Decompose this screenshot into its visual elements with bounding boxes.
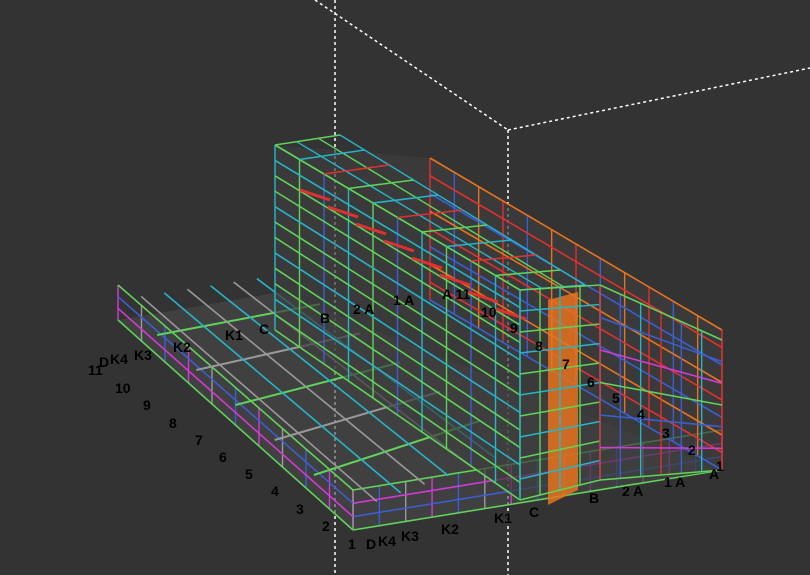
grid-label: 1: [348, 536, 356, 552]
grid-label: A 11: [442, 286, 471, 302]
grid-label: 2 A: [353, 301, 375, 317]
grid-label: 8: [169, 415, 177, 431]
grid-label: K2: [173, 339, 191, 355]
right-wing-beam: [599, 446, 723, 450]
grid-label: 3: [296, 501, 304, 517]
grid-label: 5: [245, 466, 253, 482]
grid-label: 1 A: [664, 474, 686, 490]
bounding-box-edge: [314, 0, 509, 131]
tower-roof-beam: [274, 134, 341, 146]
grid-label: K3: [134, 347, 152, 363]
grid-label: 2: [688, 442, 696, 458]
grid-label: K1: [494, 510, 512, 526]
grid-label: 7: [562, 356, 570, 372]
grid-label: C: [259, 321, 270, 337]
grid-label: 1 A: [393, 292, 415, 308]
grid-label: 9: [143, 397, 151, 413]
grid-label: 9: [510, 320, 518, 336]
grid-label: 10: [481, 304, 497, 320]
grid-label: K4: [378, 533, 396, 549]
grid-label: 4: [271, 483, 279, 499]
grid-label: 4: [637, 406, 645, 422]
grid-label: K4: [110, 351, 128, 367]
grid-label: 5: [612, 390, 620, 406]
grid-label: 1: [716, 458, 724, 474]
3d-model-viewport[interactable]: 11 D K4 K3 K2 K1 C 10 9 8 7 6 5 4 3 2 1 D K4 K3 K2 K1 C B 2 A1 A…: [0, 0, 810, 575]
grid-label: K1: [225, 327, 243, 343]
grid-label: B: [589, 490, 600, 506]
grid-label: K2: [441, 521, 459, 537]
grid-label: 7: [195, 432, 203, 448]
grid-label: 8: [535, 338, 543, 354]
grid-label: D: [366, 536, 377, 552]
grid-label: D: [99, 354, 110, 370]
grid-label: 6: [587, 374, 595, 390]
structural-model: [117, 0, 810, 575]
grid-label: 6: [219, 449, 227, 465]
grid-label: B: [320, 310, 331, 326]
grid-label: K3: [401, 528, 419, 544]
grid-label: C: [529, 504, 540, 520]
grid-label: 2 A: [622, 483, 644, 499]
bounding-box-edge: [507, 67, 810, 131]
grid-label: 2: [322, 518, 330, 534]
grid-label: 10: [115, 380, 131, 396]
grid-label: 3: [662, 425, 670, 441]
stair-core: [548, 292, 578, 505]
